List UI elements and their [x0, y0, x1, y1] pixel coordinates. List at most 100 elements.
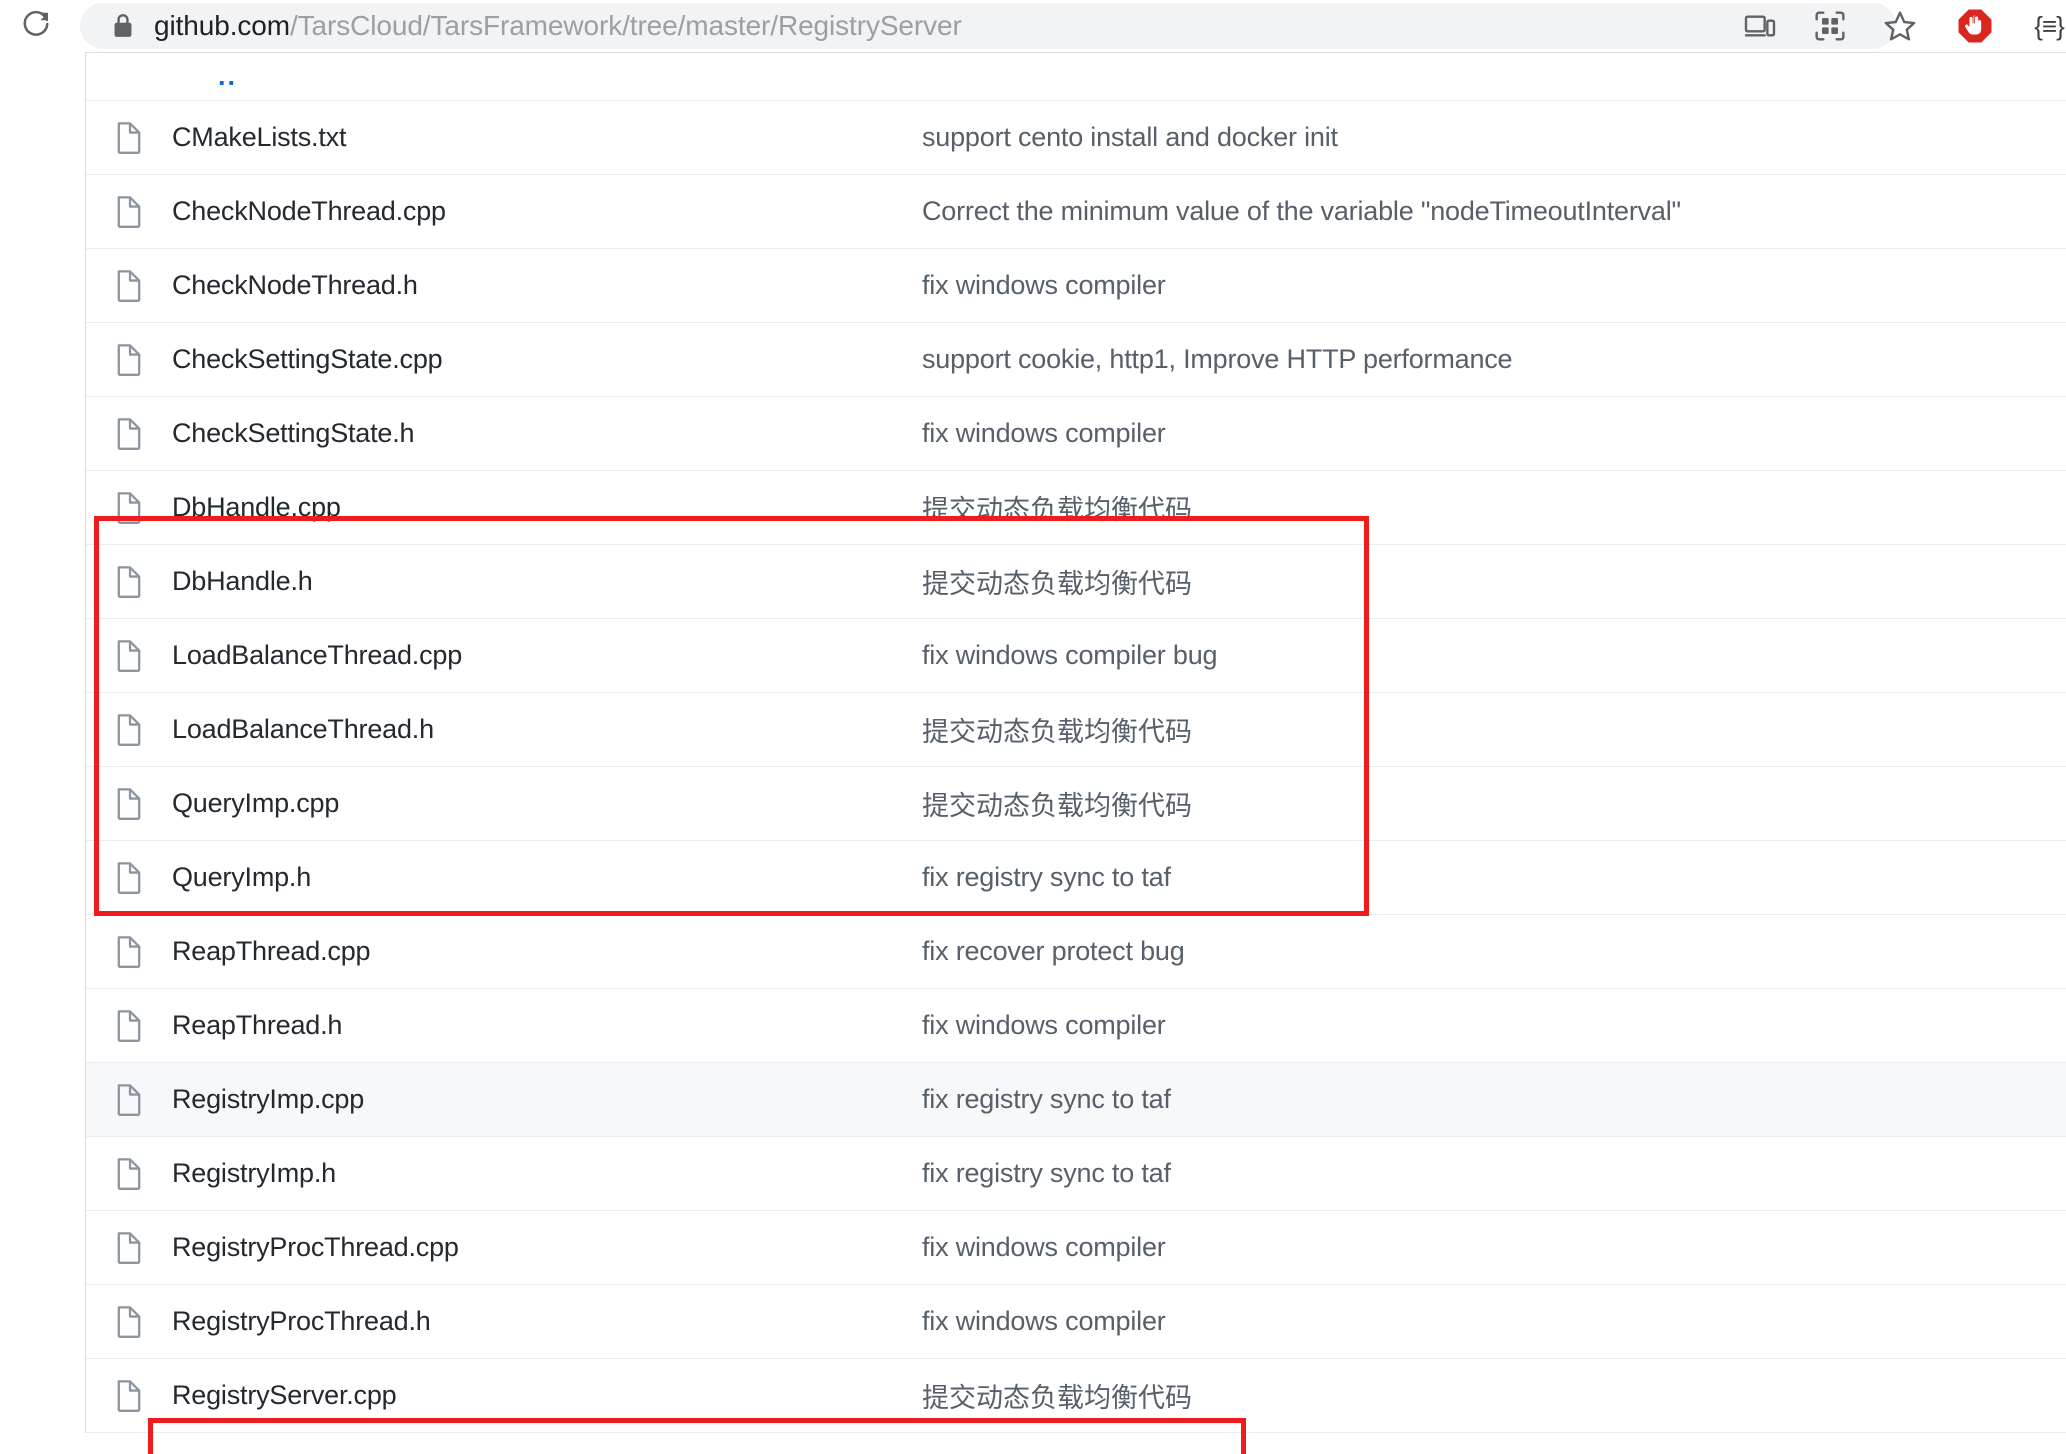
table-row[interactable]: QueryImp.cpp 提交动态负载均衡代码 [86, 767, 2066, 841]
file-icon [86, 491, 172, 525]
table-row[interactable]: LoadBalanceThread.h 提交动态负载均衡代码 [86, 693, 2066, 767]
commit-message-cell[interactable]: 提交动态负载均衡代码 [922, 488, 2066, 527]
file-name-cell[interactable]: RegistryProcThread.cpp [172, 1232, 922, 1263]
commit-message-cell[interactable]: 提交动态负载均衡代码 [922, 1376, 2066, 1415]
commit-message-cell[interactable]: fix windows compiler [922, 1010, 2066, 1041]
url-text: github.com/TarsCloud/TarsFramework/tree/… [154, 10, 962, 42]
file-name-cell[interactable]: CheckNodeThread.h [172, 270, 922, 301]
file-name-cell[interactable]: ReapThread.cpp [172, 936, 922, 967]
file-icon [86, 1083, 172, 1117]
file-name-cell[interactable]: QueryImp.h [172, 862, 922, 893]
file-name-link[interactable]: RegistryImp.h [172, 1158, 336, 1188]
table-row[interactable]: DbHandle.h 提交动态负载均衡代码 [86, 545, 2066, 619]
table-row[interactable]: RegistryProcThread.h fix windows compiler [86, 1285, 2066, 1359]
table-row[interactable]: ReapThread.cpp fix recover protect bug [86, 915, 2066, 989]
file-name-cell[interactable]: RegistryServer.cpp [172, 1380, 922, 1411]
parent-directory-link[interactable]: .. [172, 61, 237, 92]
file-name-cell[interactable]: CMakeLists.txt [172, 122, 922, 153]
file-name-cell[interactable]: CheckSettingState.cpp [172, 344, 922, 375]
commit-message-cell[interactable]: fix windows compiler [922, 1232, 2066, 1263]
url-domain: github.com [154, 10, 290, 41]
table-row[interactable]: CheckSettingState.h fix windows compiler [86, 397, 2066, 471]
commit-message-cell[interactable]: fix registry sync to taf [922, 1158, 2066, 1189]
file-name-link[interactable]: ReapThread.cpp [172, 936, 370, 966]
file-icon [86, 1009, 172, 1043]
commit-message-cell[interactable]: fix windows compiler [922, 270, 2066, 301]
file-name-link[interactable]: CheckNodeThread.cpp [172, 196, 446, 226]
settings-braces-label: {≡} [2034, 11, 2064, 42]
table-row[interactable]: DbHandle.cpp 提交动态负载均衡代码 [86, 471, 2066, 545]
file-list-table: .. CMakeLists.txt support cento install a… [85, 52, 2066, 1433]
file-icon [86, 121, 172, 155]
table-row[interactable]: RegistryServer.cpp 提交动态负载均衡代码 [86, 1359, 2066, 1433]
file-icon [86, 1305, 172, 1339]
file-icon [86, 639, 172, 673]
file-name-link[interactable]: QueryImp.h [172, 862, 311, 892]
omnibox-action-group [1740, 3, 1920, 49]
qr-code-icon[interactable] [1810, 6, 1850, 46]
file-name-link[interactable]: LoadBalanceThread.h [172, 714, 434, 744]
table-row[interactable]: QueryImp.h fix registry sync to taf [86, 841, 2066, 915]
file-name-link[interactable]: CheckNodeThread.h [172, 270, 418, 300]
table-row[interactable]: CMakeLists.txt support cento install and … [86, 101, 2066, 175]
file-name-link[interactable]: RegistryServer.cpp [172, 1380, 397, 1410]
file-name-link[interactable]: CMakeLists.txt [172, 122, 346, 152]
file-name-link[interactable]: RegistryImp.cpp [172, 1084, 364, 1114]
file-name-link[interactable]: DbHandle.h [172, 566, 313, 596]
table-row[interactable]: RegistryProcThread.cpp fix windows compil… [86, 1211, 2066, 1285]
commit-message-cell[interactable]: 提交动态负载均衡代码 [922, 784, 2066, 823]
commit-message-cell[interactable]: Correct the minimum value of the variabl… [922, 196, 2066, 227]
reload-icon [21, 9, 51, 44]
file-name-link[interactable]: CheckSettingState.cpp [172, 344, 442, 374]
commit-message-cell[interactable]: fix registry sync to taf [922, 862, 2066, 893]
file-name-link[interactable]: RegistryProcThread.h [172, 1306, 431, 1336]
commit-message-cell[interactable]: 提交动态负载均衡代码 [922, 562, 2066, 601]
file-name-cell[interactable]: LoadBalanceThread.cpp [172, 640, 922, 671]
table-row[interactable]: CheckSettingState.cpp support cookie, htt… [86, 323, 2066, 397]
file-icon [86, 935, 172, 969]
commit-message-cell[interactable]: fix windows compiler [922, 418, 2066, 449]
commit-message-cell[interactable]: fix recover protect bug [922, 936, 2066, 967]
file-icon [86, 1231, 172, 1265]
file-name-link[interactable]: LoadBalanceThread.cpp [172, 640, 462, 670]
table-row[interactable]: CheckNodeThread.cpp Correct the minimum v… [86, 175, 2066, 249]
bookmark-star-icon[interactable] [1880, 6, 1920, 46]
commit-message-cell[interactable]: fix registry sync to taf [922, 1084, 2066, 1115]
file-name-cell[interactable]: CheckSettingState.h [172, 418, 922, 449]
commit-message-cell[interactable]: 提交动态负载均衡代码 [922, 710, 2066, 749]
file-icon [86, 1157, 172, 1191]
file-name-cell[interactable]: DbHandle.cpp [172, 492, 922, 523]
table-row[interactable]: RegistryImp.h fix registry sync to taf [86, 1137, 2066, 1211]
file-name-link[interactable]: QueryImp.cpp [172, 788, 339, 818]
settings-braces-icon[interactable]: {≡} [2029, 6, 2066, 46]
cast-to-device-icon[interactable] [1740, 6, 1780, 46]
file-name-cell[interactable]: ReapThread.h [172, 1010, 922, 1041]
table-row[interactable]: CheckNodeThread.h fix windows compiler [86, 249, 2066, 323]
reload-button[interactable] [8, 0, 64, 52]
file-name-link[interactable]: DbHandle.cpp [172, 492, 341, 522]
adblock-extension-icon[interactable] [1955, 6, 1995, 46]
commit-message-cell[interactable]: fix windows compiler bug [922, 640, 2066, 671]
file-name-cell[interactable]: RegistryProcThread.h [172, 1306, 922, 1337]
file-name-cell[interactable]: DbHandle.h [172, 566, 922, 597]
file-icon [86, 787, 172, 821]
commit-message-cell[interactable]: support cento install and docker init [922, 122, 2066, 153]
table-row[interactable]: RegistryImp.cpp fix registry sync to taf [86, 1063, 2066, 1137]
file-name-cell[interactable]: RegistryImp.h [172, 1158, 922, 1189]
commit-message-cell[interactable]: fix windows compiler [922, 1306, 2066, 1337]
file-name-cell[interactable]: LoadBalanceThread.h [172, 714, 922, 745]
file-icon [86, 1379, 172, 1413]
table-row[interactable]: LoadBalanceThread.cpp fix windows compile… [86, 619, 2066, 693]
browser-toolbar: github.com/TarsCloud/TarsFramework/tree/… [0, 0, 2066, 52]
file-icon [86, 417, 172, 451]
file-name-link[interactable]: RegistryProcThread.cpp [172, 1232, 459, 1262]
table-row[interactable]: ReapThread.h fix windows compiler [86, 989, 2066, 1063]
file-name-cell[interactable]: RegistryImp.cpp [172, 1084, 922, 1115]
file-name-link[interactable]: CheckSettingState.h [172, 418, 414, 448]
address-bar[interactable]: github.com/TarsCloud/TarsFramework/tree/… [80, 3, 1896, 49]
table-row-parent-directory[interactable]: .. [86, 53, 2066, 101]
file-name-link[interactable]: ReapThread.h [172, 1010, 342, 1040]
commit-message-cell[interactable]: support cookie, http1, Improve HTTP perf… [922, 344, 2066, 375]
file-name-cell[interactable]: QueryImp.cpp [172, 788, 922, 819]
file-name-cell[interactable]: CheckNodeThread.cpp [172, 196, 922, 227]
